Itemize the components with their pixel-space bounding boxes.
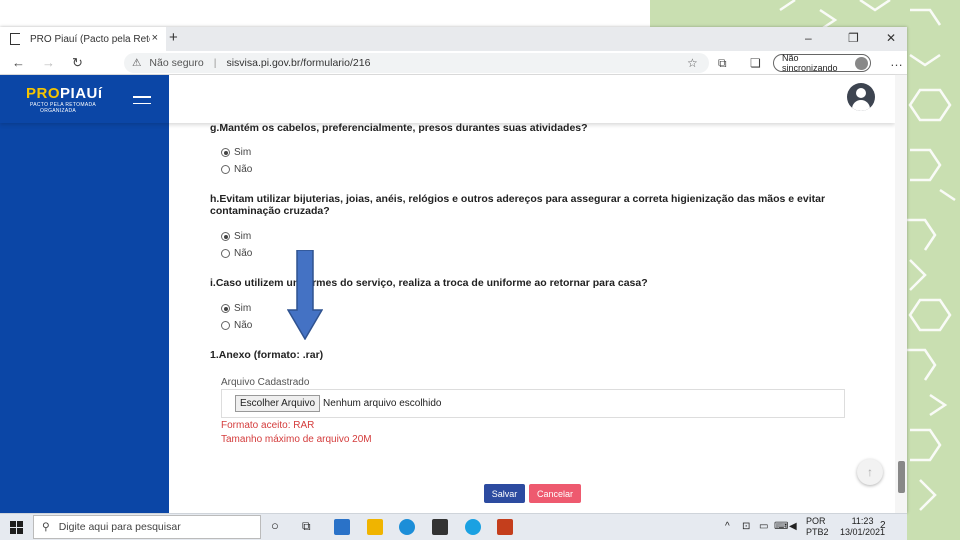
format-note: Formato aceito: RAR <box>221 420 315 431</box>
app-header: PROPIAUí PACTO PELA RETOMADA ORGANIZADA <box>0 75 895 123</box>
search-placeholder: Digite aqui para pesquisar <box>58 521 181 533</box>
language-code: POR <box>806 516 826 526</box>
browser-toolbar: ← → ↻ ⚠ Não seguro | sisvisa.pi.gov.br/f… <box>0 51 907 75</box>
tab-close-icon[interactable]: × <box>152 32 158 44</box>
profile-avatar-icon <box>855 56 868 70</box>
notification-center-icon[interactable]: 2 <box>880 520 895 535</box>
option-i-nao[interactable]: Não <box>221 320 252 331</box>
profile-sync-button[interactable]: Não sincronizando <box>773 53 871 73</box>
radio-g-nao[interactable] <box>221 165 230 174</box>
option-h-nao[interactable]: Não <box>221 248 252 259</box>
option-h-sim[interactable]: Sim <box>221 231 251 242</box>
keyboard-icon[interactable]: ⌨ <box>774 521 788 532</box>
menu-toggle-icon[interactable] <box>133 96 151 109</box>
system-clock[interactable]: 11:23 13/01/2021 <box>840 516 885 538</box>
app-logo[interactable]: PROPIAUí PACTO PELA RETOMADA ORGANIZADA <box>26 85 103 114</box>
clock-time: 11:23 <box>851 516 874 526</box>
sidebar <box>0 75 169 513</box>
scroll-thumb[interactable] <box>898 461 905 493</box>
size-note: Tamanho máximo de arquivo 20M <box>221 434 372 445</box>
option-g-nao[interactable]: Não <box>221 164 252 175</box>
logo-subtitle-2: ORGANIZADA <box>40 108 77 114</box>
browser-window: PRO Piauí (Pacto pela Retomada × + – ❐ ✕… <box>0 27 907 513</box>
option-i-sim[interactable]: Sim <box>221 303 251 314</box>
mail-icon[interactable] <box>334 519 350 535</box>
forward-button[interactable]: → <box>42 55 55 70</box>
radio-g-sim[interactable] <box>221 148 230 157</box>
cortana-icon[interactable]: ○ <box>271 518 279 533</box>
store-icon[interactable] <box>432 519 448 535</box>
search-icon: ⚲ <box>42 521 50 533</box>
input-language[interactable]: POR PTB2 <box>806 516 829 538</box>
question-g: g.Mantém os cabelos, preferencialmente, … <box>210 122 588 134</box>
clock-date: 13/01/2021 <box>840 527 886 537</box>
radio-h-nao[interactable] <box>221 249 230 258</box>
extensions-icon[interactable]: ⧉ <box>718 56 727 71</box>
network-icon[interactable]: ▭ <box>759 521 768 532</box>
scroll-to-top-icon[interactable]: ↑ <box>857 459 883 485</box>
question-h: h.Evitam utilizar bijuterias, joias, ané… <box>210 193 826 217</box>
windows-taskbar: ⚲ Digite aqui para pesquisar ○ ⧉ ^ ⊡ ▭ ⌨… <box>0 513 907 540</box>
radio-i-sim[interactable] <box>221 304 230 313</box>
radio-h-sim[interactable] <box>221 232 230 241</box>
back-button[interactable]: ← <box>12 55 25 70</box>
collections-icon[interactable]: ❏ <box>750 56 761 70</box>
file-input[interactable]: Escolher Arquivo Nenhum arquivo escolhid… <box>221 389 845 418</box>
windows-start-icon[interactable] <box>10 521 23 534</box>
attachment-title: 1.Anexo (formato: .rar) <box>210 349 324 361</box>
url-text: sisvisa.pi.gov.br/formulario/216 <box>226 57 371 69</box>
cancel-button[interactable]: Cancelar <box>529 484 581 503</box>
page-favicon-icon <box>10 33 20 45</box>
option-label: Sim <box>234 231 252 242</box>
choose-file-button[interactable]: Escolher Arquivo <box>235 395 321 412</box>
save-button[interactable]: Salvar <box>484 484 525 503</box>
powerpoint-icon[interactable] <box>497 519 513 535</box>
notification-count: 2 <box>880 520 886 531</box>
page-scrollbar[interactable] <box>895 75 907 513</box>
edge-browser-icon[interactable] <box>399 519 415 535</box>
favorite-star-icon[interactable]: ☆ <box>687 56 698 70</box>
tab-bar: PRO Piauí (Pacto pela Retomada × + – ❐ ✕ <box>0 27 907 51</box>
no-file-text: Nenhum arquivo escolhido <box>323 398 442 409</box>
option-g-sim[interactable]: Sim <box>221 147 251 158</box>
tab-title: PRO Piauí (Pacto pela Retomada <box>30 33 150 45</box>
down-arrow-annotation-icon <box>287 250 323 340</box>
logo-pro-text: PRO <box>26 85 61 102</box>
option-label: Não <box>234 320 253 331</box>
web-page: PROPIAUí PACTO PELA RETOMADA ORGANIZADA … <box>0 75 907 513</box>
volume-icon[interactable]: ◀ <box>789 521 797 532</box>
tray-app-icon[interactable]: ⊡ <box>742 521 750 532</box>
browser-tab[interactable]: PRO Piauí (Pacto pela Retomada × <box>0 27 166 51</box>
app-icon[interactable] <box>465 519 481 535</box>
radio-i-nao[interactable] <box>221 321 230 330</box>
option-label: Não <box>234 248 253 259</box>
option-label: Sim <box>234 303 252 314</box>
minimize-button[interactable]: – <box>805 31 812 45</box>
warning-icon: ⚠ <box>132 57 142 69</box>
task-view-icon[interactable]: ⧉ <box>302 519 311 534</box>
security-status: Não seguro <box>149 57 204 69</box>
option-label: Não <box>234 164 253 175</box>
new-tab-button[interactable]: + <box>169 29 178 46</box>
close-window-button[interactable]: ✕ <box>886 31 896 45</box>
user-avatar-icon[interactable] <box>847 83 875 111</box>
option-label: Sim <box>234 147 252 158</box>
file-explorer-icon[interactable] <box>367 519 383 535</box>
file-field-label: Arquivo Cadastrado <box>221 377 310 388</box>
more-menu-icon[interactable]: … <box>890 54 903 69</box>
tray-chevron-icon[interactable]: ^ <box>725 521 730 532</box>
restore-button[interactable]: ❐ <box>848 31 859 45</box>
sync-label: Não sincronizando <box>782 53 838 73</box>
keyboard-layout: PTB2 <box>806 527 829 537</box>
reload-button[interactable]: ↻ <box>72 55 83 71</box>
logo-state-text: PIAUí <box>60 85 103 102</box>
address-bar[interactable]: ⚠ Não seguro | sisvisa.pi.gov.br/formula… <box>124 53 709 73</box>
taskbar-search-input[interactable]: ⚲ Digite aqui para pesquisar <box>33 515 261 539</box>
address-separator: | <box>213 57 217 69</box>
header-brand-area: PROPIAUí PACTO PELA RETOMADA ORGANIZADA <box>0 75 169 123</box>
